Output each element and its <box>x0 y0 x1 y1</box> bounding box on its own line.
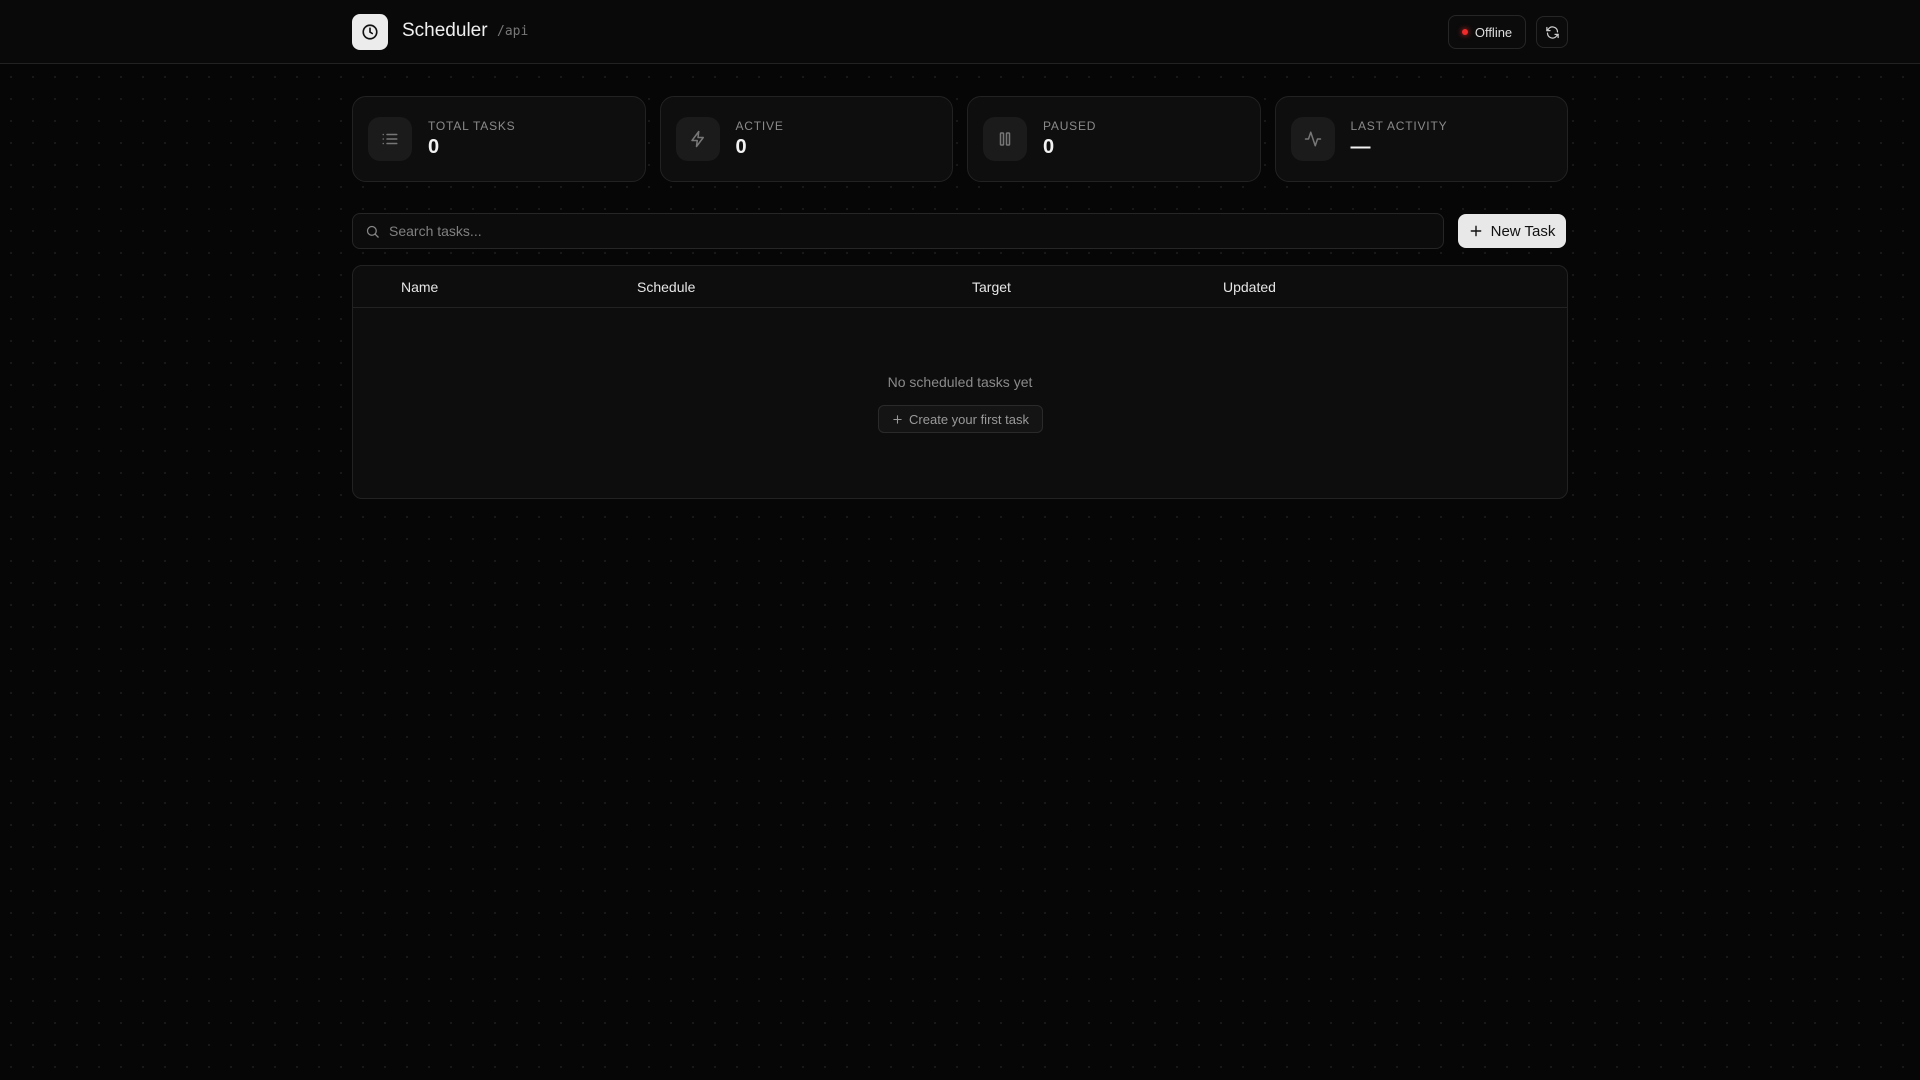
list-icon <box>368 117 412 161</box>
stat-label: ACTIVE <box>735 119 784 133</box>
table-header: Name Schedule Target Updated <box>353 266 1567 308</box>
stat-paused: PAUSED 0 <box>967 96 1261 182</box>
stat-active: ACTIVE 0 <box>659 96 953 182</box>
api-path: /api <box>497 24 529 39</box>
stat-value: 0 <box>428 136 440 158</box>
stat-label: PAUSED <box>1043 119 1097 133</box>
refresh-button[interactable] <box>1536 16 1568 48</box>
stat-last-activity: LAST ACTIVITY — <box>1274 96 1568 182</box>
stat-value: 0 <box>735 136 747 158</box>
stat-label: LAST ACTIVITY <box>1350 119 1448 133</box>
search-icon <box>366 225 379 238</box>
column-schedule[interactable]: Schedule <box>637 279 695 295</box>
search-box <box>352 213 1444 249</box>
status-badge: Offline <box>1448 15 1526 49</box>
plus-icon <box>1470 225 1481 237</box>
pause-icon <box>983 117 1027 161</box>
create-first-task-label: Create your first task <box>909 411 1029 427</box>
zap-icon <box>675 117 720 161</box>
top-bar: Scheduler /api Offline <box>0 0 1920 64</box>
stat-value: 0 <box>1043 136 1055 158</box>
status-dot-icon <box>1461 29 1468 35</box>
app-title: Scheduler <box>402 20 488 41</box>
stat-label: TOTAL TASKS <box>428 119 516 133</box>
new-task-label: New Task <box>1490 222 1556 240</box>
column-name[interactable]: Name <box>401 279 438 295</box>
search-input[interactable] <box>389 223 1389 239</box>
tasks-table: Name Schedule Target Updated No schedule… <box>352 265 1568 499</box>
empty-state-text: No scheduled tasks yet <box>887 374 1033 390</box>
column-updated[interactable]: Updated <box>1223 279 1276 295</box>
clock-icon <box>352 14 388 50</box>
create-first-task-button[interactable]: Create your first task <box>878 405 1043 433</box>
new-task-button[interactable]: New Task <box>1458 214 1566 248</box>
stat-value: — <box>1350 136 1371 158</box>
status-text: Offline <box>1474 24 1513 40</box>
stats-row: TOTAL TASKS 0 ACTIVE 0 PAUSED 0 LAST ACTIVI… <box>352 96 1568 182</box>
stat-total-tasks: TOTAL TASKS 0 <box>352 96 646 182</box>
refresh-icon <box>1545 25 1559 39</box>
column-target[interactable]: Target <box>972 279 1011 295</box>
plus-icon <box>893 414 902 424</box>
activity-icon <box>1290 117 1335 161</box>
